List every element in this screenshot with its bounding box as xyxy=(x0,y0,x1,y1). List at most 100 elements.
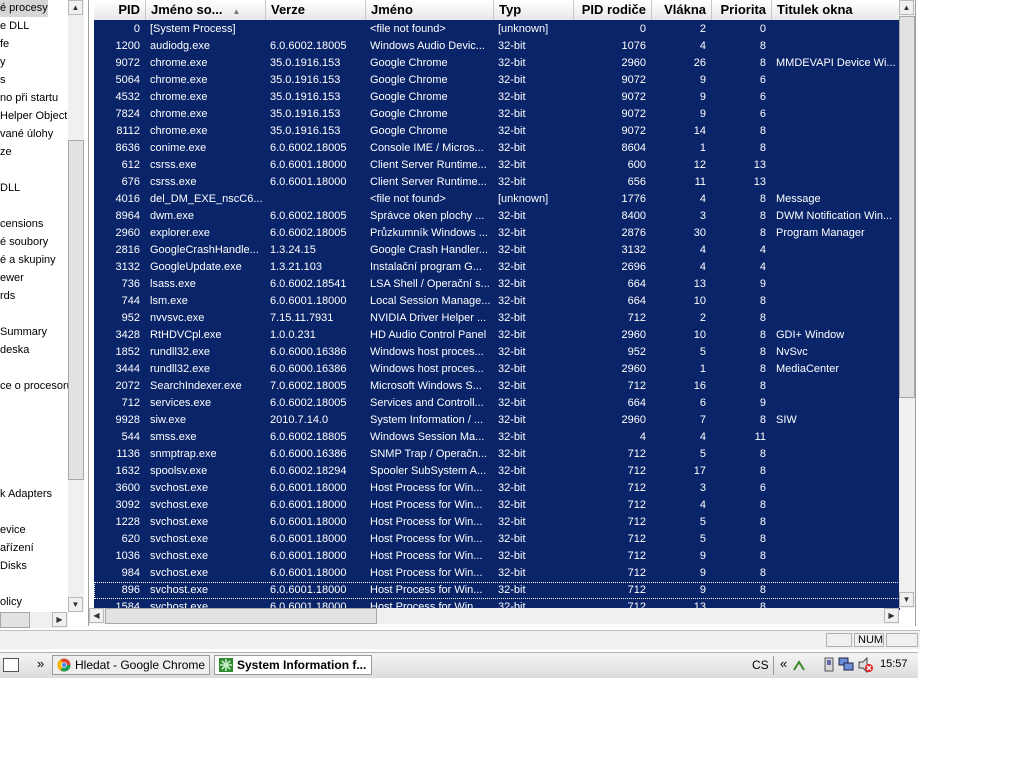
tree-item[interactable]: DLL xyxy=(0,180,20,197)
cell-pid: 2960 xyxy=(115,227,140,239)
tree-item[interactable]: y xyxy=(0,54,6,71)
table-row[interactable]: 0 [System Process] <file not found> [unknow… xyxy=(94,21,900,38)
table-horizontal-scrollbar[interactable]: ◀ ▶ xyxy=(89,608,899,624)
table-row[interactable]: 1036 svchost.exe 6.0.6001.18000 Host Proces… xyxy=(94,548,900,565)
network-icon[interactable] xyxy=(792,658,806,672)
table-row[interactable]: 4532 chrome.exe 35.0.1916.153 Google Chrome… xyxy=(94,89,900,106)
quick-launch-chevron[interactable]: » xyxy=(37,656,44,671)
table-row[interactable]: 8964 dwm.exe 6.0.6002.18005 Správce oken pl… xyxy=(94,208,900,225)
table-row[interactable]: 2072 SearchIndexer.exe 7.0.6002.18005 Micro… xyxy=(94,378,900,395)
tree-item[interactable]: ařízení xyxy=(0,540,34,557)
table-row[interactable]: 9928 siw.exe 2010.7.14.0 System Information… xyxy=(94,412,900,429)
column-header-title[interactable]: Titulek okna xyxy=(772,0,905,20)
cell-title xyxy=(776,140,900,157)
tree-vertical-scrollbar[interactable]: ▲ ▼ xyxy=(68,0,84,612)
column-header-type[interactable]: Typ xyxy=(494,0,574,20)
taskbar-button-siw[interactable]: System Information f... xyxy=(214,655,372,675)
column-header-label: Jméno xyxy=(371,2,413,17)
tree-horizontal-scrollbar[interactable]: ▶ xyxy=(0,612,68,628)
column-header-ver[interactable]: Verze xyxy=(266,0,366,20)
tree-item[interactable]: fe xyxy=(0,36,9,53)
tree-item[interactable]: k Adapters xyxy=(0,486,52,503)
table-row[interactable]: 744 lsm.exe 6.0.6001.18000 Local Session Ma… xyxy=(94,293,900,310)
column-header-prio[interactable]: Priorita xyxy=(712,0,772,20)
table-row[interactable]: 1632 spoolsv.exe 6.0.6002.18294 Spooler Sub… xyxy=(94,463,900,480)
column-header-pid[interactable]: PID xyxy=(94,0,146,20)
table-row[interactable]: 3132 GoogleUpdate.exe 1.3.21.103 Instalační… xyxy=(94,259,900,276)
tree-scroll-right-button[interactable]: ▶ xyxy=(52,612,67,627)
tree-item[interactable]: Summary xyxy=(0,324,47,341)
table-scroll-up-button[interactable]: ▲ xyxy=(899,0,914,15)
table-row[interactable]: 952 nvvsvc.exe 7.15.11.7931 NVIDIA Driver H… xyxy=(94,310,900,327)
table-row[interactable]: 2960 explorer.exe 6.0.6002.18005 Průzkumník… xyxy=(94,225,900,242)
table-row[interactable]: 5064 chrome.exe 35.0.1916.153 Google Chrome… xyxy=(94,72,900,89)
tree-item[interactable]: evice xyxy=(0,522,26,539)
taskbar-button-chrome[interactable]: Hledat - Google Chrome xyxy=(52,655,210,675)
tree-item[interactable]: no při startu xyxy=(0,90,58,107)
tree-item[interactable]: é a skupiny xyxy=(0,252,56,269)
tree-item[interactable]: ewer xyxy=(0,270,24,287)
table-row[interactable]: 676 csrss.exe 6.0.6001.18000 Client Server … xyxy=(94,174,900,191)
table-vertical-scrollbar[interactable]: ▲ ▼ xyxy=(899,0,915,608)
tree-item[interactable]: censions xyxy=(0,216,43,233)
table-row[interactable]: 3444 rundll32.exe 6.0.6000.16386 Windows ho… xyxy=(94,361,900,378)
quick-launch-icon[interactable] xyxy=(3,658,19,672)
tree-item[interactable]: s xyxy=(0,72,6,89)
column-header-label: Typ xyxy=(499,2,522,17)
tree-item[interactable]: deska xyxy=(0,342,29,359)
table-row[interactable]: 2816 GoogleCrashHandle... 1.3.24.15 Google … xyxy=(94,242,900,259)
table-row[interactable]: 620 svchost.exe 6.0.6001.18000 Host Process… xyxy=(94,531,900,548)
column-header-fname[interactable]: Jméno so... ▲ xyxy=(146,0,266,20)
table-row[interactable]: 3600 svchost.exe 6.0.6001.18000 Host Proces… xyxy=(94,480,900,497)
table-row[interactable]: 1852 rundll32.exe 6.0.6000.16386 Windows ho… xyxy=(94,344,900,361)
language-indicator[interactable]: CS xyxy=(752,658,769,672)
tree-item[interactable]: Disks xyxy=(0,558,27,575)
cell-name: Google Chrome xyxy=(370,57,448,69)
table-row[interactable]: 712 services.exe 6.0.6002.18005 Services an… xyxy=(94,395,900,412)
cell-fname: csrss.exe xyxy=(150,176,197,188)
table-row[interactable]: 4016 del_DM_EXE_nscC6... <file not found> [… xyxy=(94,191,900,208)
table-row[interactable]: 7824 chrome.exe 35.0.1916.153 Google Chrome… xyxy=(94,106,900,123)
system-clock[interactable]: 15:57 xyxy=(880,658,908,670)
table-scroll-left-button[interactable]: ◀ xyxy=(89,608,104,623)
device-icon[interactable] xyxy=(822,657,836,672)
table-hscroll-thumb[interactable] xyxy=(105,608,377,624)
tree-item[interactable]: ze xyxy=(0,144,12,161)
tree-item[interactable]: olicy xyxy=(0,594,22,611)
table-row[interactable]: 8112 chrome.exe 35.0.1916.153 Google Chrome… xyxy=(94,123,900,140)
table-row[interactable]: 1136 snmptrap.exe 6.0.6000.16386 SNMP Trap … xyxy=(94,446,900,463)
tree-item[interactable]: ce o procesoru xyxy=(0,378,68,395)
table-row[interactable]: 3092 svchost.exe 6.0.6001.18000 Host Proces… xyxy=(94,497,900,514)
table-row[interactable]: 736 lsass.exe 6.0.6002.18541 LSA Shell / Op… xyxy=(94,276,900,293)
table-scroll-thumb[interactable] xyxy=(899,16,915,398)
table-row[interactable]: 3428 RtHDVCpl.exe 1.0.0.231 HD Audio Contro… xyxy=(94,327,900,344)
tree-scroll-up-button[interactable]: ▲ xyxy=(68,0,83,15)
tree-item[interactable]: é soubory xyxy=(0,234,48,251)
cell-name: Host Process for Win... xyxy=(370,550,483,562)
column-header-ppid[interactable]: PID rodiče xyxy=(574,0,652,20)
table-row[interactable]: 9072 chrome.exe 35.0.1916.153 Google Chrome… xyxy=(94,55,900,72)
table-scroll-right-button[interactable]: ▶ xyxy=(884,608,899,623)
table-row[interactable]: 1200 audiodg.exe 6.0.6002.18005 Windows Aud… xyxy=(94,38,900,55)
table-row[interactable]: 8636 conime.exe 6.0.6002.18005 Console IME … xyxy=(94,140,900,157)
tree-hscroll-thumb[interactable] xyxy=(0,612,30,628)
table-row[interactable]: 544 smss.exe 6.0.6002.18805 Windows Session… xyxy=(94,429,900,446)
network-connection-icon[interactable] xyxy=(838,657,854,672)
tray-expand-chevron[interactable]: « xyxy=(780,656,787,671)
tree-item[interactable]: Helper Object xyxy=(0,108,67,125)
cell-fname: chrome.exe xyxy=(150,125,208,137)
tree-scroll-down-button[interactable]: ▼ xyxy=(68,597,83,612)
tree-item[interactable]: rds xyxy=(0,288,15,305)
table-row[interactable]: 984 svchost.exe 6.0.6001.18000 Host Process… xyxy=(94,565,900,582)
table-row[interactable]: 896 svchost.exe 6.0.6001.18000 Host Process… xyxy=(94,582,900,599)
tree-item[interactable]: e DLL xyxy=(0,18,29,35)
volume-muted-icon[interactable] xyxy=(857,657,875,673)
table-row[interactable]: 612 csrss.exe 6.0.6001.18000 Client Server … xyxy=(94,157,900,174)
tree-item[interactable]: vané úlohy xyxy=(0,126,53,143)
table-row[interactable]: 1228 svchost.exe 6.0.6001.18000 Host Proces… xyxy=(94,514,900,531)
tree-item[interactable]: é procesy xyxy=(0,0,48,17)
column-header-threads[interactable]: Vlákna xyxy=(652,0,712,20)
table-scroll-down-button[interactable]: ▼ xyxy=(899,592,914,607)
column-header-name[interactable]: Jméno xyxy=(366,0,494,20)
tree-scroll-thumb[interactable] xyxy=(68,140,84,480)
